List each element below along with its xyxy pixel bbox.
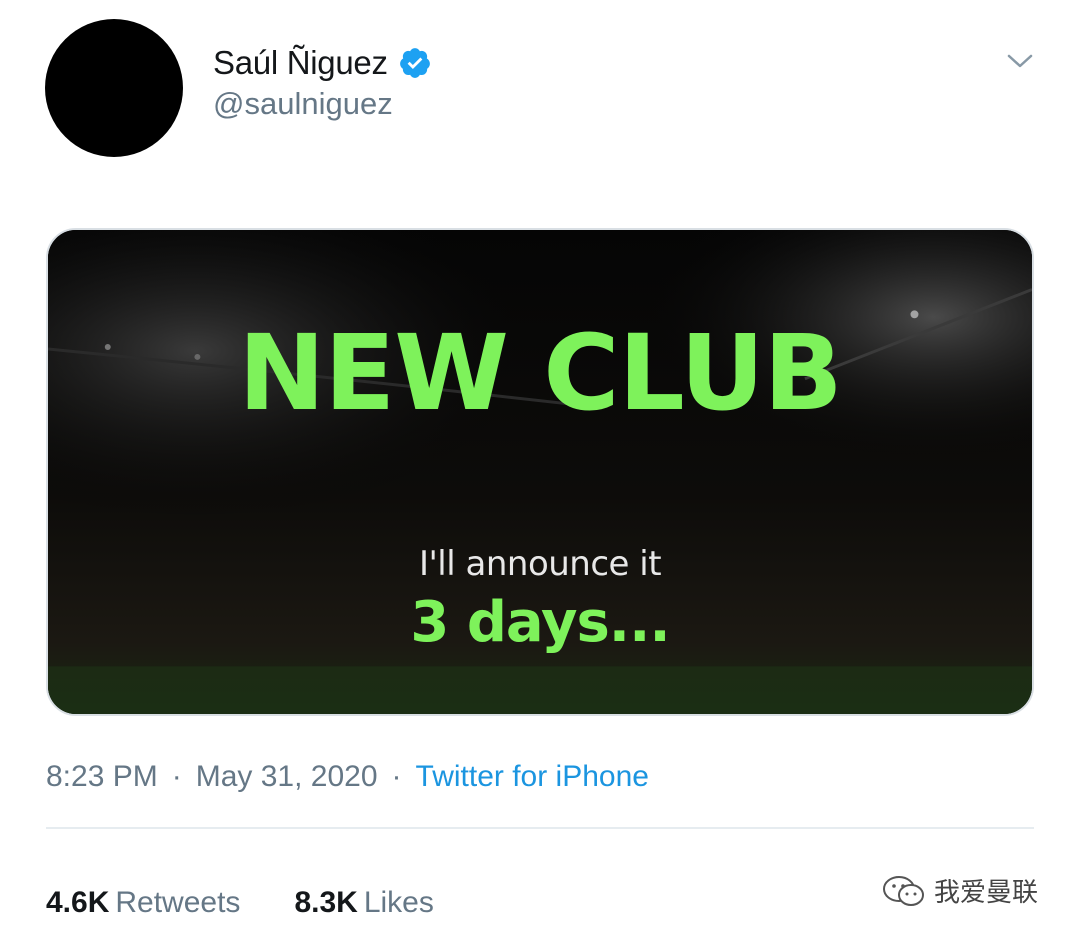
tweet-time[interactable]: 8:23 PM: [46, 760, 158, 793]
meta-separator: ·: [171, 760, 182, 793]
watermark-text: 我爱曼联: [934, 878, 1039, 908]
watermark: 我爱曼联: [880, 872, 1038, 909]
tweet-page: Saúl Ñiguez @saulniguez NEW CLUB I'll an…: [0, 0, 1080, 938]
retweets-label: Retweets: [115, 886, 241, 919]
author-handle[interactable]: @saulniguez: [213, 86, 393, 122]
verified-badge-icon: [399, 48, 430, 78]
author-name-row: Saúl Ñiguez: [213, 44, 432, 82]
retweets-count: 4.6K: [46, 886, 110, 919]
tweet-stats: 4.6K Retweets 8.3K Likes: [46, 886, 434, 920]
media-headline-text: NEW CLUB: [238, 312, 843, 434]
likes-stat[interactable]: 8.3K Likes: [294, 886, 433, 920]
meta-separator: ·: [391, 760, 402, 793]
tweet-media-image[interactable]: NEW CLUB I'll announce it 3 days...: [46, 228, 1034, 716]
media-countdown-text: 3 days...: [410, 590, 670, 655]
avatar[interactable]: [45, 19, 183, 157]
wechat-icon: [883, 875, 924, 906]
tweet-date[interactable]: May 31, 2020: [196, 760, 378, 793]
tweet-meta: 8:23 PM · May 31, 2020 · Twitter for iPhone: [46, 760, 649, 794]
media-subtext: I'll announce it: [418, 544, 662, 584]
retweets-stat[interactable]: 4.6K Retweets: [46, 886, 240, 920]
likes-count: 8.3K: [294, 886, 358, 919]
likes-label: Likes: [363, 886, 434, 919]
tweet-source-link[interactable]: Twitter for iPhone: [416, 760, 649, 793]
chevron-down-icon[interactable]: [1005, 50, 1035, 72]
author-display-name[interactable]: Saúl Ñiguez: [213, 44, 388, 82]
divider: [46, 827, 1034, 829]
